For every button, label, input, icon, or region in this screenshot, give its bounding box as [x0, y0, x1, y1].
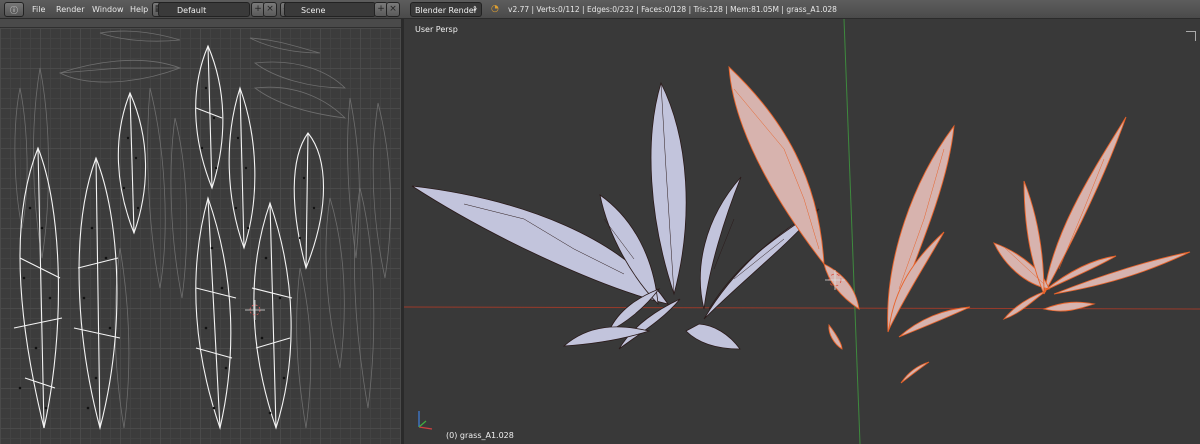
- menu-render[interactable]: Render: [54, 2, 86, 17]
- uv-grid[interactable]: [0, 28, 401, 444]
- viewport-scene[interactable]: [404, 19, 1200, 444]
- scene-field[interactable]: Scene: [284, 2, 376, 17]
- layout-field[interactable]: Default: [158, 2, 250, 17]
- uv-editor-header-strip: [0, 19, 401, 28]
- blender-logo-icon: ◔: [491, 4, 499, 14]
- scene-remove-icon[interactable]: ×: [386, 2, 400, 17]
- grass-clump-middle: [728, 65, 1191, 384]
- scene-stats: v2.77 | Verts:0/112 | Edges:0/232 | Face…: [508, 5, 837, 14]
- layout-remove-icon[interactable]: ×: [263, 2, 277, 17]
- menu-window[interactable]: Window: [90, 2, 126, 17]
- axis-gizmo-icon: [418, 411, 433, 430]
- uv-islands[interactable]: [0, 28, 401, 444]
- menu-file[interactable]: File: [30, 2, 47, 17]
- active-object-label: (0) grass_A1.028: [446, 431, 514, 440]
- info-editor-type-icon[interactable]: ⓘ: [4, 2, 24, 17]
- y-axis-line: [843, 19, 861, 444]
- menu-help[interactable]: Help: [128, 2, 150, 17]
- uv-editor[interactable]: [0, 19, 401, 444]
- area-split-corner[interactable]: [1186, 31, 1196, 41]
- chevron-updown-icon: ⇕: [472, 5, 478, 13]
- info-header: ⓘ File Render Window Help ▦ Default + × …: [0, 0, 1200, 19]
- 3d-viewport[interactable]: User Persp (0) grass_A1.028: [404, 19, 1200, 444]
- view-mode-label: User Persp: [415, 25, 458, 34]
- uv-cursor-icon: [245, 300, 265, 320]
